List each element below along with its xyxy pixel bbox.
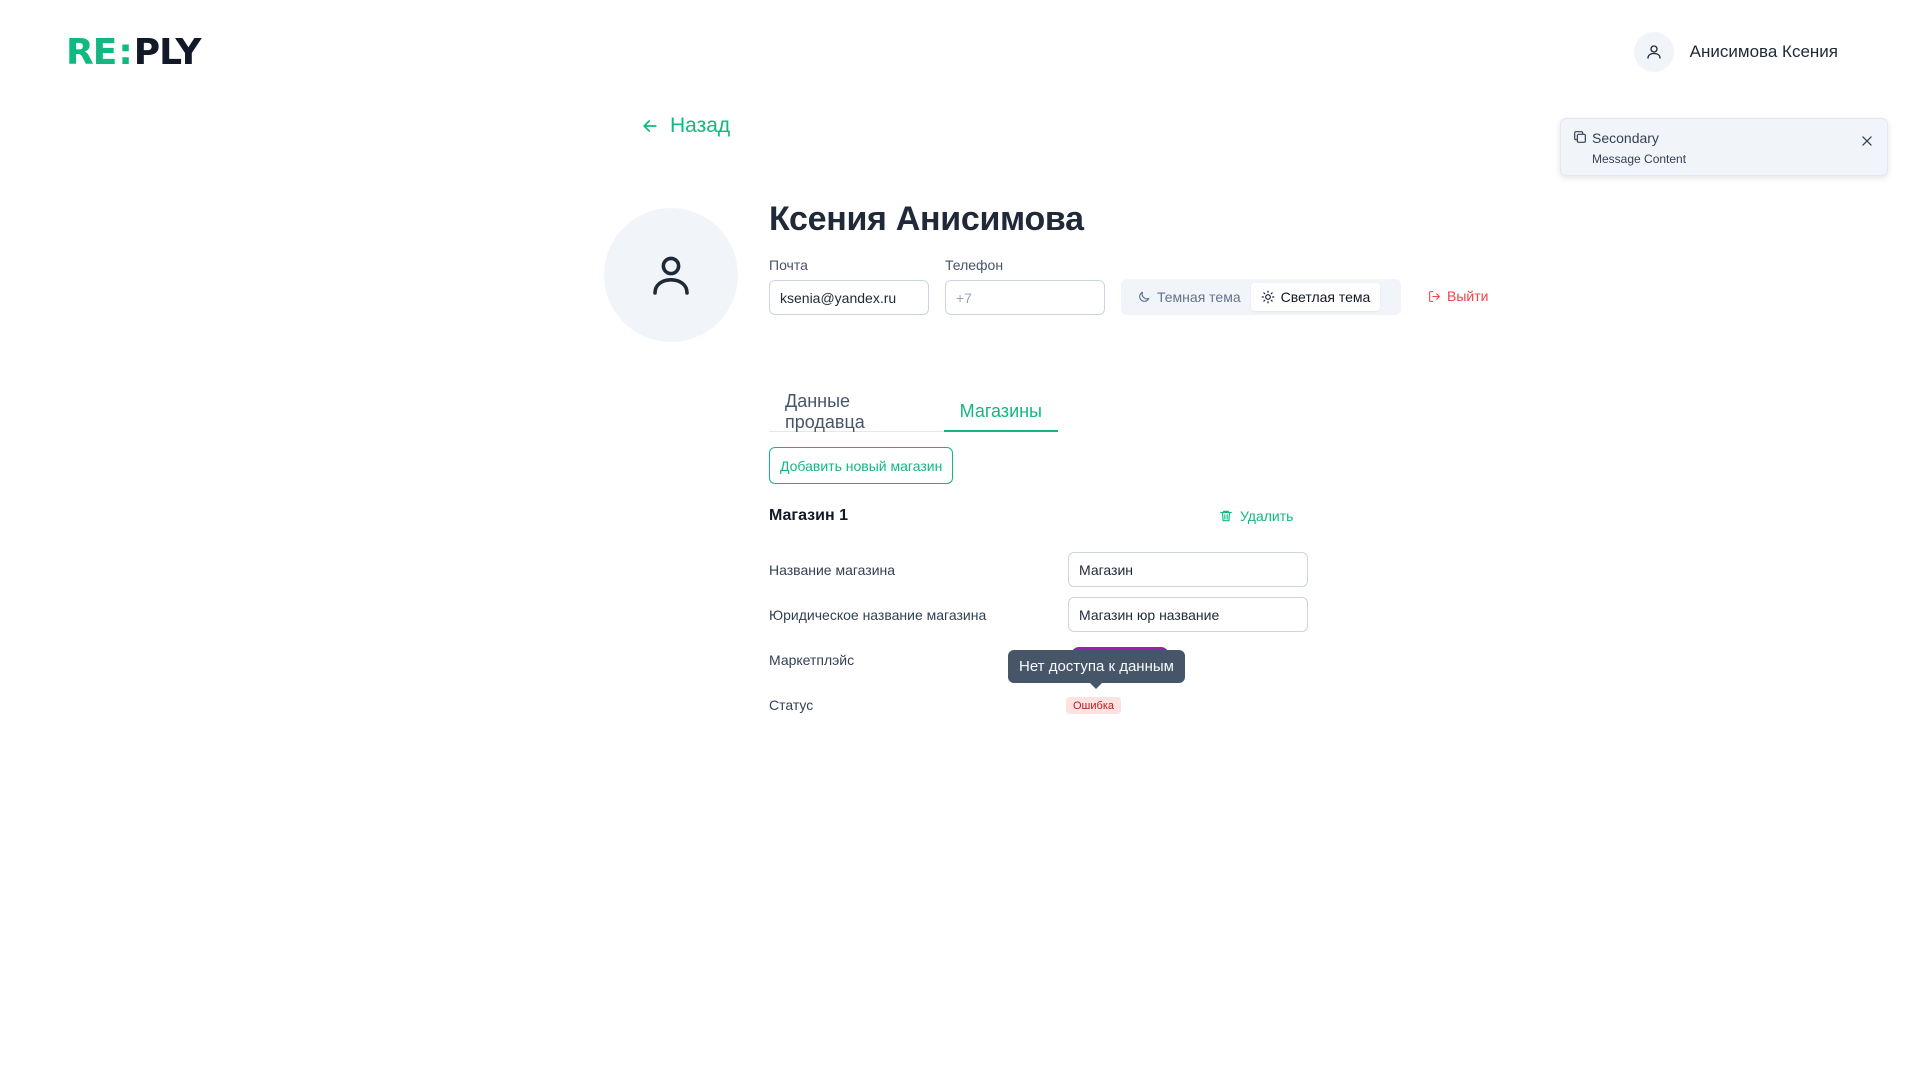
logo[interactable]: RE: PLY bbox=[66, 31, 202, 73]
logo-part-colon: : bbox=[118, 31, 132, 73]
close-icon bbox=[1862, 136, 1872, 146]
trash-icon bbox=[1220, 510, 1232, 522]
logout-label: Выйти bbox=[1447, 288, 1489, 304]
legal-name-label: Юридическое название магазина bbox=[769, 607, 987, 623]
user-icon bbox=[653, 256, 689, 295]
status-badge: Ошибка bbox=[1066, 697, 1121, 714]
email-field[interactable]: ksenia@yandex.ru bbox=[769, 280, 929, 315]
phone-placeholder: +7 bbox=[956, 289, 972, 306]
dark-theme-label: Темная тема bbox=[1157, 289, 1241, 305]
toast-message: Message Content bbox=[1592, 152, 1687, 166]
legal-name-value: Магазин юр название bbox=[1079, 606, 1220, 623]
light-theme-option[interactable]: Светлая тема bbox=[1250, 283, 1381, 311]
store-title: Магазин 1 bbox=[769, 507, 848, 524]
store-name-value: Магазин bbox=[1079, 561, 1134, 578]
delete-store-button[interactable]: Удалить bbox=[1219, 508, 1293, 524]
logo-part-re: RE bbox=[66, 31, 117, 73]
logout-icon bbox=[1429, 290, 1440, 302]
toast-title: Secondary bbox=[1592, 130, 1659, 146]
add-store-button[interactable]: Добавить новый магазин bbox=[769, 447, 954, 484]
back-label: Назад bbox=[670, 114, 731, 137]
tooltip: Нет доступа к данным bbox=[1008, 650, 1185, 683]
toast-close-button[interactable] bbox=[1857, 131, 1877, 151]
copy-icon bbox=[1574, 131, 1586, 143]
profile-avatar bbox=[604, 208, 738, 342]
email-label: Почта bbox=[769, 257, 808, 273]
store-name-field[interactable]: Магазин bbox=[1068, 552, 1308, 587]
profile-name: Ксения Анисимова bbox=[769, 200, 1084, 238]
sun-icon bbox=[1261, 290, 1275, 304]
tooltip-arrow bbox=[1089, 682, 1103, 689]
dark-theme-option[interactable]: Темная тема bbox=[1127, 283, 1251, 311]
phone-field[interactable]: +7 bbox=[945, 280, 1105, 315]
user-icon bbox=[1646, 45, 1661, 59]
user-menu[interactable]: Анисимова Ксения bbox=[1633, 32, 1838, 72]
moon-icon bbox=[1139, 291, 1150, 302]
marketplace-label: Маркетплэйс bbox=[769, 652, 855, 668]
user-name[interactable]: Анисимова Ксения bbox=[1690, 42, 1838, 62]
light-theme-label: Светлая тема bbox=[1280, 289, 1371, 305]
logout-button[interactable]: Выйти bbox=[1428, 288, 1488, 304]
user-avatar[interactable] bbox=[1633, 32, 1674, 72]
tab-seller-data[interactable]: Данные продавца bbox=[769, 391, 944, 432]
delete-label: Удалить bbox=[1240, 508, 1294, 524]
email-value: ksenia@yandex.ru bbox=[780, 289, 897, 306]
tab-stores[interactable]: Магазины bbox=[943, 392, 1058, 432]
legal-name-field[interactable]: Магазин юр название bbox=[1068, 597, 1308, 632]
store-name-label: Название магазина bbox=[769, 562, 896, 578]
arrow-left-icon bbox=[643, 120, 657, 132]
phone-label: Телефон bbox=[945, 257, 1004, 273]
theme-switcher: Темная тема Светлая тема bbox=[1121, 279, 1401, 315]
tabs: Данные продавца Магазины bbox=[769, 391, 1058, 432]
status-label: Статус bbox=[769, 697, 814, 713]
logo-part-ply: PLY bbox=[133, 31, 202, 73]
toast-notification: Secondary Message Content bbox=[1560, 118, 1888, 176]
back-link[interactable]: Назад bbox=[640, 114, 730, 138]
